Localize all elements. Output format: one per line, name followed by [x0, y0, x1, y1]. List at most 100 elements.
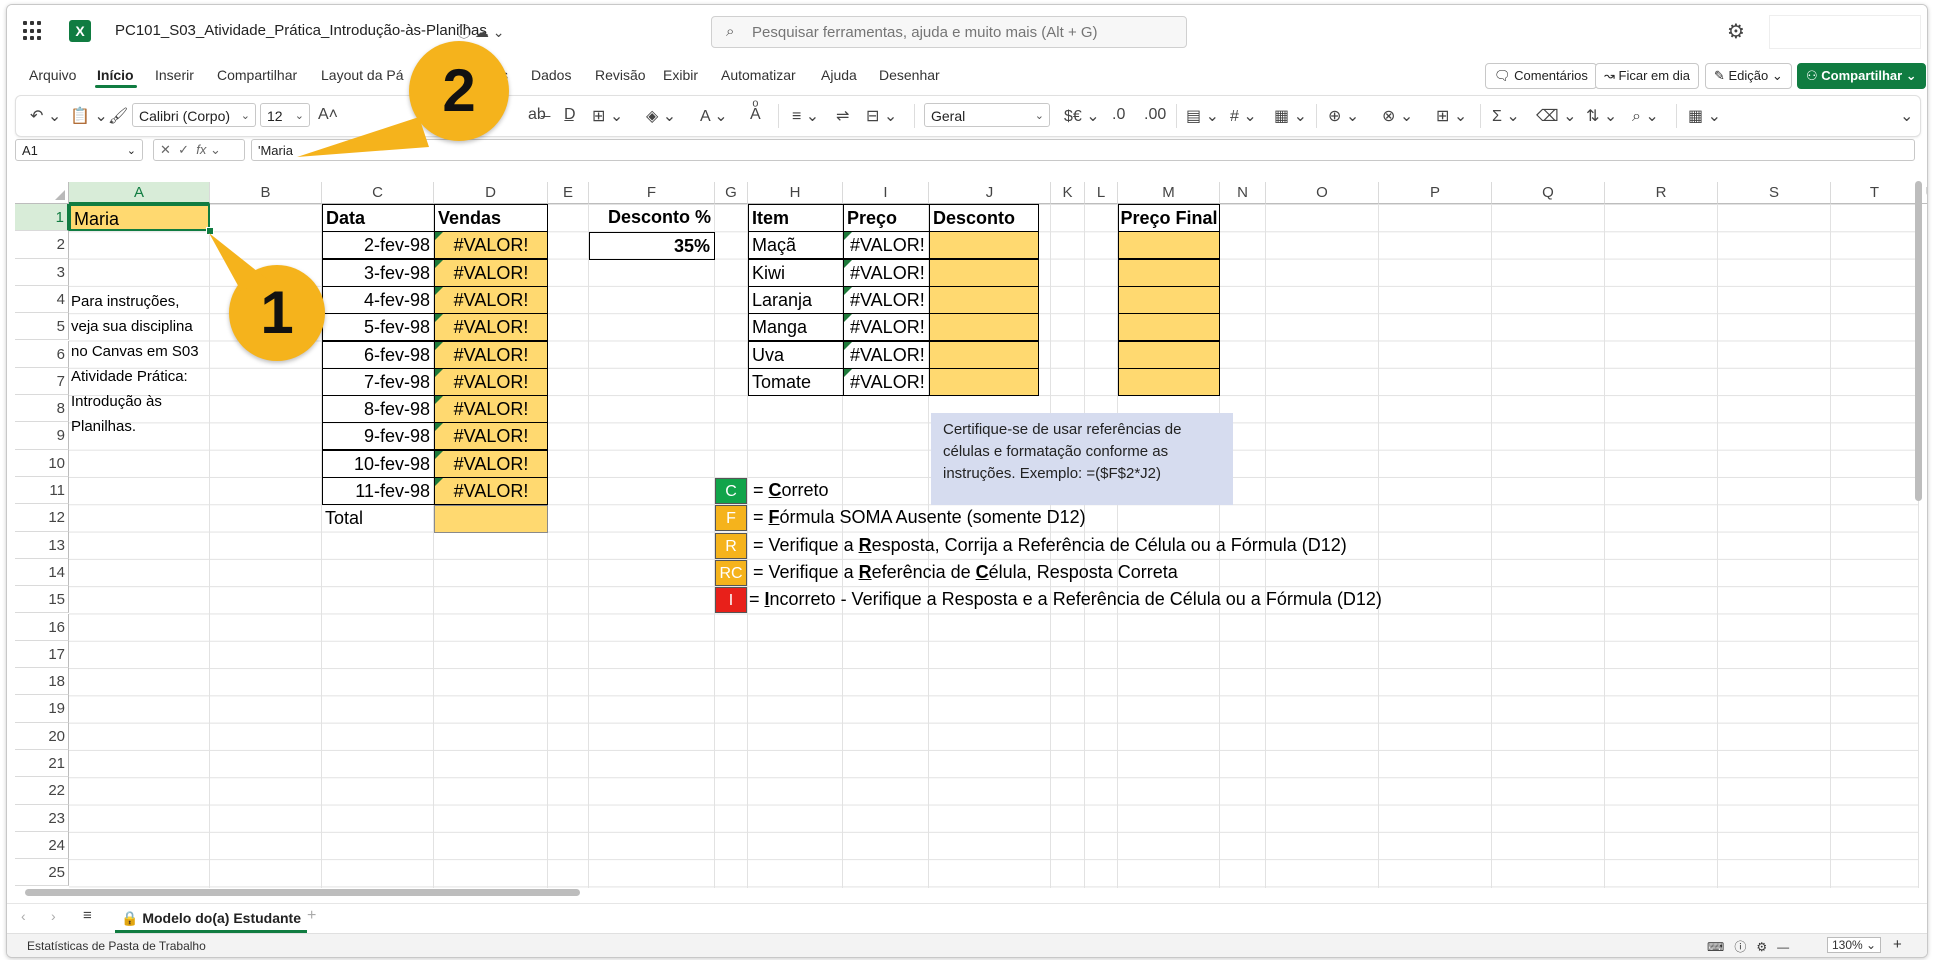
item-cell[interactable]: Maçã: [748, 231, 844, 260]
vendas-cell[interactable]: #VALOR!: [434, 285, 548, 314]
desconto-pct-value[interactable]: 35%: [589, 232, 715, 260]
account-area[interactable]: [1769, 15, 1921, 49]
date-cell[interactable]: 7-fev-98: [322, 367, 435, 396]
menu-desenhar[interactable]: Desenhar: [879, 67, 940, 83]
format-cells-icon[interactable]: ⊞ ⌄: [1436, 106, 1467, 126]
format-table-icon[interactable]: # ⌄: [1230, 106, 1257, 126]
editing-mode-button[interactable]: ✎ Edição ⌄: [1705, 63, 1792, 89]
header-desconto-pct[interactable]: Desconto %: [589, 204, 715, 232]
document-title[interactable]: PC101_S03_Atividade_Prática_Introdução-à…: [115, 22, 487, 39]
vendas-cell[interactable]: #VALOR!: [434, 395, 548, 424]
date-cell[interactable]: 9-fev-98: [322, 422, 435, 451]
menu-automatizar[interactable]: Automatizar: [721, 67, 796, 83]
preco-cell[interactable]: #VALOR!: [843, 285, 930, 314]
date-cell[interactable]: 3-fev-98: [322, 258, 435, 287]
clear-icon[interactable]: ⌫ ⌄: [1536, 106, 1576, 126]
increase-decimal-icon[interactable]: .0: [1112, 106, 1125, 124]
vendas-cell[interactable]: #VALOR!: [434, 477, 548, 505]
doc-status-icons[interactable]: ⓘ ☁ ⌄: [457, 22, 505, 42]
vendas-cell[interactable]: #VALOR!: [434, 422, 548, 451]
row-header-16[interactable]: 16: [15, 613, 69, 641]
menu-exibir[interactable]: Exibir: [663, 67, 698, 83]
row-header-5[interactable]: 5: [15, 313, 69, 341]
status-icons[interactable]: ⌨ ⓘ ⚙ —: [1707, 938, 1789, 955]
strikethrough-icon[interactable]: ab̶: [528, 106, 546, 124]
help-shield-icon[interactable]: ⓘ: [457, 24, 471, 40]
menu-dados[interactable]: Dados: [531, 67, 571, 83]
preco-cell[interactable]: #VALOR!: [843, 231, 930, 260]
search-input[interactable]: [750, 21, 1174, 43]
cloud-sync-icon[interactable]: ☁ ⌄: [475, 24, 505, 40]
row-header-15[interactable]: 15: [15, 586, 69, 614]
date-cell[interactable]: 5-fev-98: [322, 313, 435, 342]
column-header-g[interactable]: G: [715, 182, 748, 204]
row-header-3[interactable]: 3: [15, 258, 69, 286]
row-header-10[interactable]: 10: [15, 449, 69, 477]
conditional-format-icon[interactable]: ▤ ⌄: [1186, 106, 1219, 126]
row-header-7[interactable]: 7: [15, 367, 69, 396]
row-header-14[interactable]: 14: [15, 558, 69, 587]
currency-icon[interactable]: $€ ⌄: [1064, 106, 1100, 126]
desconto-cell[interactable]: [929, 367, 1039, 396]
preco-cell[interactable]: #VALOR!: [843, 313, 930, 342]
preco-final-cell[interactable]: [1118, 367, 1220, 396]
column-header-s[interactable]: S: [1718, 182, 1831, 204]
column-header-b[interactable]: B: [210, 182, 322, 204]
preco-cell[interactable]: #VALOR!: [843, 367, 930, 396]
cell-a1[interactable]: Maria: [69, 204, 210, 231]
column-header-n[interactable]: N: [1220, 182, 1266, 204]
vendas-cell[interactable]: #VALOR!: [434, 313, 548, 342]
cell-styles-icon[interactable]: ▦ ⌄: [1274, 106, 1307, 126]
menu-layout[interactable]: Layout da Pá: [321, 67, 404, 83]
preco-final-cell[interactable]: [1118, 313, 1220, 342]
column-header-m[interactable]: M: [1118, 182, 1220, 204]
row-header-18[interactable]: 18: [15, 668, 69, 696]
delete-cells-icon[interactable]: ⊗ ⌄: [1382, 106, 1413, 126]
app-launcher-icon[interactable]: [23, 21, 43, 41]
zoom-in-icon[interactable]: +: [1893, 936, 1902, 953]
column-header-o[interactable]: O: [1266, 182, 1379, 204]
column-header-e[interactable]: E: [548, 182, 589, 204]
menu-compartilhar[interactable]: Compartilhar: [217, 67, 297, 83]
header-preco[interactable]: Preço: [843, 204, 930, 232]
vertical-scrollbar[interactable]: [1915, 181, 1922, 501]
column-header-q[interactable]: Q: [1492, 182, 1605, 204]
column-header-a[interactable]: A: [69, 182, 210, 204]
sheet-tab-modelo[interactable]: 🔒 Modelo do(a) Estudante: [115, 906, 307, 933]
row-header-22[interactable]: 22: [15, 777, 69, 805]
share-button[interactable]: ⚇ Compartilhar ⌄: [1797, 63, 1926, 89]
menu-inserir[interactable]: Inserir: [155, 67, 194, 83]
menu-revisao[interactable]: Revisão: [595, 67, 646, 83]
vendas-cell[interactable]: #VALOR!: [434, 258, 548, 287]
row-header-12[interactable]: 12: [15, 504, 69, 532]
fill-color-icon[interactable]: ◈ ⌄: [646, 106, 676, 126]
desconto-cell[interactable]: [929, 231, 1039, 260]
preco-cell[interactable]: #VALOR!: [843, 258, 930, 287]
borders-icon[interactable]: ⊞ ⌄: [592, 106, 623, 126]
column-header-r[interactable]: R: [1605, 182, 1718, 204]
row-header-13[interactable]: 13: [15, 531, 69, 559]
workbook-stats[interactable]: Estatísticas de Pasta de Trabalho: [27, 939, 206, 953]
row-header-9[interactable]: 9: [15, 422, 69, 450]
search-box[interactable]: ⌕: [711, 16, 1187, 48]
clear-format-icon[interactable]: Aͦ: [750, 106, 761, 124]
desconto-cell[interactable]: [929, 313, 1039, 342]
total-label[interactable]: Total: [322, 505, 435, 533]
preco-final-cell[interactable]: [1118, 285, 1220, 314]
number-format-select[interactable]: Geral ⌄: [924, 103, 1050, 127]
menu-arquivo[interactable]: Arquivo: [29, 67, 76, 83]
vendas-cell[interactable]: #VALOR!: [434, 340, 548, 369]
item-cell[interactable]: Tomate: [748, 367, 844, 396]
header-preco-final[interactable]: Preço Final: [1118, 204, 1220, 232]
total-value-cell[interactable]: [434, 505, 548, 533]
zoom-level[interactable]: 130% ⌄: [1827, 937, 1882, 953]
column-header-i[interactable]: I: [843, 182, 929, 204]
preco-final-cell[interactable]: [1118, 258, 1220, 287]
desconto-cell[interactable]: [929, 340, 1039, 369]
undo-icon[interactable]: ↶ ⌄: [30, 106, 61, 126]
formula-input[interactable]: 'Maria: [251, 139, 1915, 161]
row-header-24[interactable]: 24: [15, 831, 69, 860]
row-header-1[interactable]: 1: [15, 204, 69, 232]
date-cell[interactable]: 10-fev-98: [322, 449, 435, 478]
find-icon[interactable]: ⌕ ⌄: [1632, 106, 1659, 126]
